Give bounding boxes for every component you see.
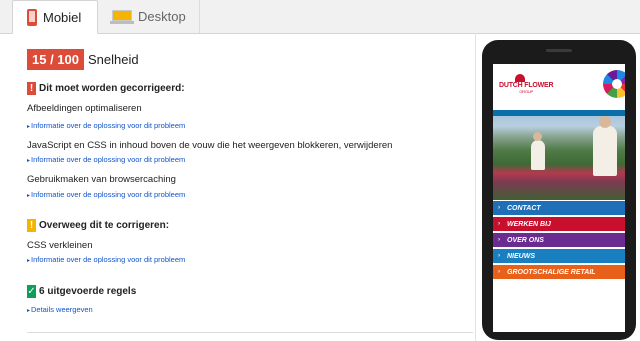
tab-mobile-label: Mobiel [43, 9, 82, 25]
arrow-right-icon: ▸ [27, 158, 31, 164]
worker-head [533, 132, 542, 141]
rule-render-blocking: JavaScript en CSS in inhoud boven de vou… [27, 140, 393, 151]
menu-over-ons[interactable]: › OVER ONS [493, 232, 625, 247]
rule-optimize-images-link[interactable]: ▸Informatie over de oplossing voor dit p… [27, 121, 185, 130]
desktop-monitor-icon [110, 9, 134, 24]
must-fix-heading-text: Dit moet worden gecorrigeerd: [39, 83, 185, 94]
chevron-right-icon: › [498, 205, 500, 211]
worker-figure [593, 126, 617, 176]
worker-head [599, 116, 611, 128]
passed-rules-heading-text: 6 uitgevoerde regels [39, 286, 137, 297]
rule-browser-caching-link[interactable]: ▸Informatie over de oplossing voor dit p… [27, 190, 185, 199]
chevron-right-icon: › [498, 253, 500, 259]
arrow-right-icon: ▸ [27, 308, 31, 314]
rule-browser-caching: Gebruikmaken van browsercaching [27, 174, 176, 185]
phone-screen: DUTCH FLOWER GROUP › CONTACT › WERKEN BIJ … [493, 64, 625, 332]
arrow-right-icon: ▸ [27, 258, 31, 264]
tab-mobile[interactable]: Mobiel [12, 0, 98, 34]
results-panel: 15 / 100 Snelheid ! Dit moet worden geco… [12, 33, 476, 341]
exclamation-red-icon: ! [27, 82, 36, 95]
arrow-right-icon: ▸ [27, 193, 31, 199]
site-header: DUTCH FLOWER GROUP [493, 64, 625, 110]
consider-fix-heading: ! Overweeg dit te corrigeren: [27, 219, 169, 232]
rule-minify-css-link[interactable]: ▸Informatie over de oplossing voor dit p… [27, 255, 185, 264]
chevron-right-icon: › [498, 221, 500, 227]
phone-preview: DUTCH FLOWER GROUP › CONTACT › WERKEN BIJ … [482, 40, 636, 340]
checkmark-icon: ✓ [27, 285, 36, 298]
score-row: 15 / 100 Snelheid [27, 49, 139, 70]
hero-photo [493, 110, 625, 200]
color-fan-icon [603, 70, 625, 98]
worker-figure [531, 140, 545, 170]
mobile-phone-icon [27, 8, 37, 26]
rule-optimize-images: Afbeeldingen optimaliseren [27, 103, 142, 114]
chevron-right-icon: › [498, 269, 500, 275]
menu-grootschalige-retail[interactable]: › GROOTSCHALIGE RETAIL [493, 264, 625, 279]
tab-desktop[interactable]: Desktop [100, 0, 200, 33]
rule-minify-css: CSS verkleinen [27, 240, 93, 251]
consider-fix-heading-text: Overweeg dit te corrigeren: [39, 220, 170, 231]
must-fix-heading: ! Dit moet worden gecorrigeerd: [27, 82, 185, 95]
tab-bar: Mobiel Desktop [0, 0, 640, 34]
arrow-right-icon: ▸ [27, 124, 31, 130]
score-badge: 15 / 100 [27, 49, 84, 70]
menu-contact[interactable]: › CONTACT [493, 200, 625, 215]
tab-desktop-label: Desktop [138, 9, 186, 24]
flower-logo-icon [515, 74, 525, 82]
score-label: Snelheid [88, 52, 139, 67]
show-details-link[interactable]: ▸Details weergeven [27, 305, 93, 314]
chevron-right-icon: › [498, 237, 500, 243]
rule-render-blocking-link[interactable]: ▸Informatie over de oplossing voor dit p… [27, 155, 185, 164]
exclamation-yellow-icon: ! [27, 219, 36, 232]
passed-rules-heading: ✓ 6 uitgevoerde regels [27, 285, 136, 298]
divider [27, 332, 473, 333]
menu-nieuws[interactable]: › NIEUWS [493, 248, 625, 263]
site-logo: DUTCH FLOWER GROUP [499, 82, 554, 94]
menu-werken-bij[interactable]: › WERKEN BIJ [493, 216, 625, 231]
